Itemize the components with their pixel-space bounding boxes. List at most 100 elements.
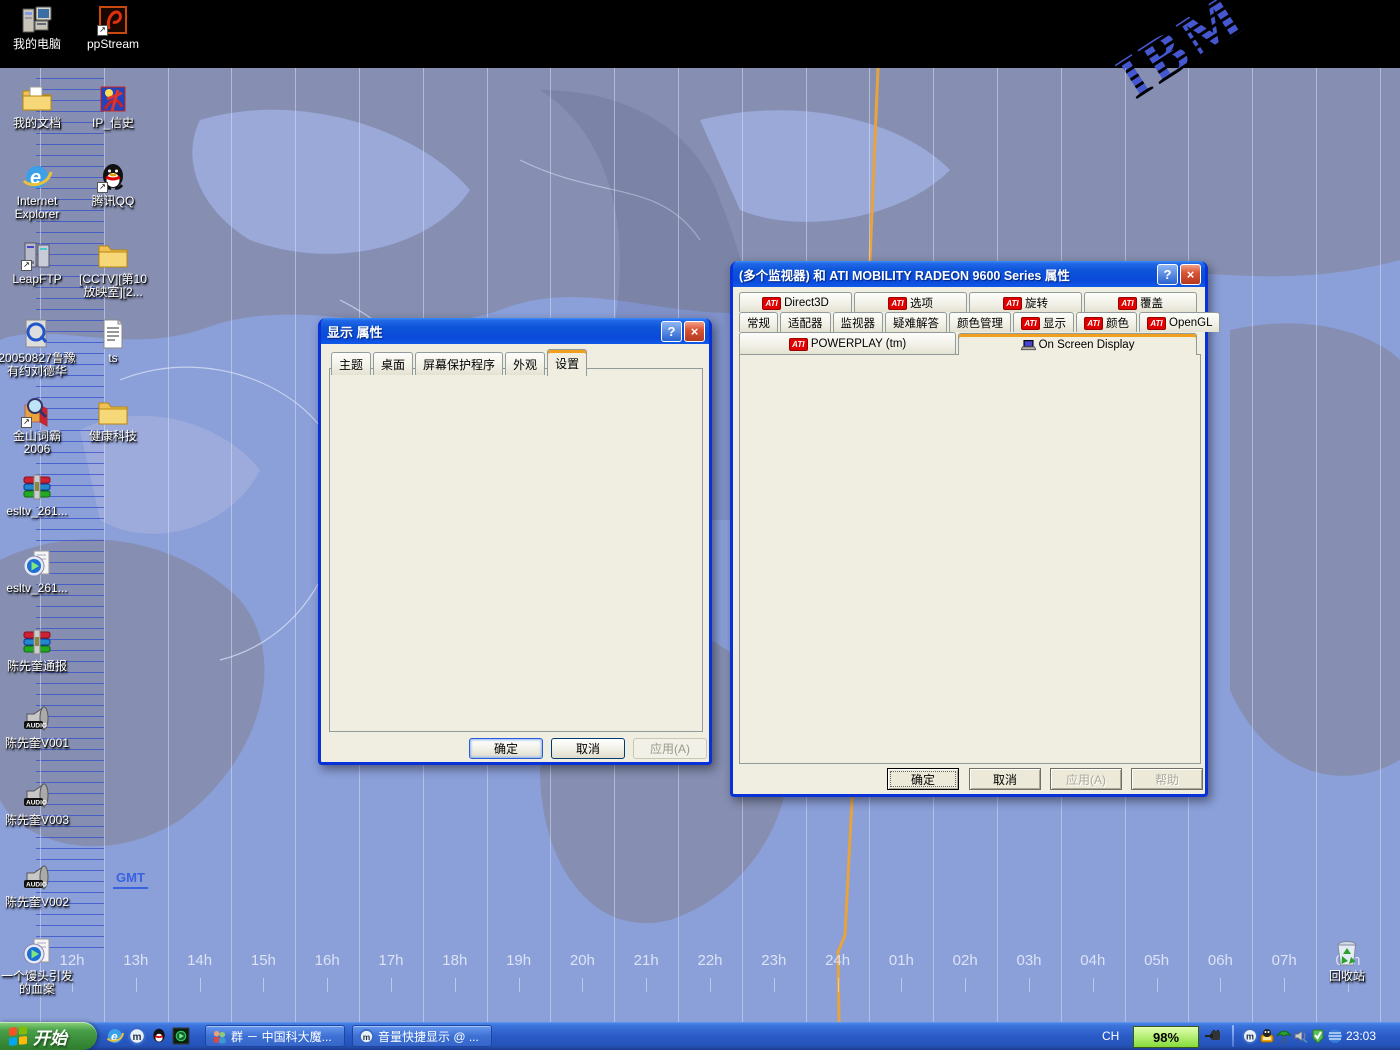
tab-设置[interactable]: 设置 [547,349,587,376]
ok-button[interactable]: 确定 [469,738,543,759]
shortcut-arrow-icon: ↗ [21,417,32,428]
desktop-icon-computer[interactable]: 我的电脑 [0,4,80,51]
ok-button[interactable]: 确定 [887,768,959,790]
maxthon-icon[interactable]: m [128,1027,146,1045]
svg-text:m: m [1246,1032,1254,1042]
tab-桌面[interactable]: 桌面 [373,352,413,375]
tab-外观[interactable]: 外观 [505,352,545,375]
timezone-label: 01h [881,952,921,969]
tab-direct3d[interactable]: ATIDirect3D [739,292,852,312]
cancel-button[interactable]: 取消 [969,768,1041,790]
tab-适配器[interactable]: 适配器 [780,312,831,332]
timezone-tick [200,978,201,992]
timezone-label: 05h [1137,952,1177,969]
desktop-icon-audio[interactable]: AUDIO陈先奎V002 [0,862,80,909]
desktop-icon-rar[interactable]: esltv_261... [0,471,80,518]
timezone-tick [582,978,583,992]
textfile-icon [97,318,129,350]
media-player-icon[interactable] [172,1027,190,1045]
ati-logo-icon: ATI [1003,297,1022,310]
apply-button: 应用(A) [633,738,707,759]
desktop-icon-folder[interactable]: 健康科技 [70,396,156,443]
ati-titlebar[interactable]: (多个监视器) 和 ATI MOBILITY RADEON 9600 Serie… [733,261,1205,287]
language-indicator[interactable]: CH [1102,1029,1119,1043]
desktop-icon-dict[interactable]: ↗金山词霸 2006 [0,396,80,456]
desktop-icon-audio[interactable]: AUDIO陈先奎V001 [0,703,80,750]
timezone-label: 02h [945,952,985,969]
desktop-icon-media[interactable]: 一个馒头引发 的血案 [0,936,80,996]
ati-tab-strip: ATIDirect3DATI选项ATI旋转ATI覆盖常规适配器监视器疑难解答颜色… [739,292,1199,354]
tab-常规[interactable]: 常规 [739,312,778,332]
osd-tab-page [739,354,1201,764]
laptop-icon [1021,340,1036,351]
desktop-icon-ppstream[interactable]: ↗ppStream [70,4,156,51]
taskbar-button[interactable]: 群 － 中国科大魔... [205,1025,345,1047]
desktop-icon-recycle[interactable]: 回收站 [1304,936,1390,983]
desktop-icon-rar[interactable]: 陈先奎通报 [0,626,80,673]
desktop-icon-mydocs[interactable]: 我的文档 [0,83,80,130]
tab-颜色[interactable]: ATI颜色 [1076,312,1137,332]
svg-text:m: m [133,1032,142,1043]
tab-疑难解答[interactable]: 疑难解答 [885,312,947,332]
tab-opengl[interactable]: ATIOpenGL [1139,312,1220,332]
taskbar-button[interactable]: m音量快捷显示 @ ... [352,1025,492,1047]
desktop-icon-leapftp[interactable]: ↗LeapFTP [0,239,80,286]
cancel-button[interactable]: 取消 [551,738,625,759]
tab-监视器[interactable]: 监视器 [833,312,884,332]
qq-icon: ↗ [97,161,129,193]
desktop-icon-folder[interactable]: [CCTV][第10 放映室][2... [70,239,156,299]
desktop-icon-label: 我的电脑 [0,38,80,51]
apply-button: 应用(A) [1050,768,1122,790]
tab-label: OpenGL [1169,317,1212,329]
ie-icon[interactable]: e [106,1027,124,1045]
help-button[interactable]: ? [661,321,682,342]
desktop-icon-label: esltv_261... [0,582,80,595]
tab-显示[interactable]: ATI显示 [1013,312,1074,332]
desktop: IBM 12h13h14h15h16h17h18h19h20h21h22h23h… [0,0,1400,1050]
taskbar: 开始 em 群 － 中国科大魔...m音量快捷显示 @ ... CH 98% m… [0,1022,1400,1050]
timezone-tick [1093,978,1094,992]
close-button[interactable]: × [1180,264,1201,285]
desktop-icon-textfile[interactable]: ts [70,318,156,365]
tab-label: 覆盖 [1140,295,1163,311]
timezone-label: 21h [626,952,666,969]
desktop-icon-quicktime[interactable]: 20050827鲁豫 有约刘德华 [0,318,80,378]
close-button[interactable]: × [684,321,705,342]
mydocs-icon [21,83,53,115]
timezone-line [168,68,169,1022]
tab-颜色管理[interactable]: 颜色管理 [949,312,1011,332]
desktop-icon-label: LeapFTP [0,273,80,286]
globe-icon[interactable] [1327,1028,1343,1044]
desktop-icon-label: 陈先奎V001 [0,737,80,750]
desktop-icon-label: Internet Explorer [0,195,80,221]
desktop-icon-ie[interactable]: eInternet Explorer [0,161,80,221]
desktop-icon-audio[interactable]: AUDIO陈先奎V003 [0,780,80,827]
volume-icon[interactable] [1293,1028,1309,1044]
timezone-line [1316,68,1317,1022]
taskbar-button-label: 群 － 中国科大魔... [231,1028,332,1045]
battery-indicator[interactable]: 98% [1133,1026,1199,1048]
maxthon-icon[interactable]: m [1242,1028,1258,1044]
tab-主题[interactable]: 主题 [331,352,371,375]
tab-powerplay-(tm)[interactable]: ATIPOWERPLAY (tm) [739,332,956,354]
desktop-icon-qq[interactable]: ↗腾讯QQ [70,161,156,208]
tab-屏幕保护程序[interactable]: 屏幕保护程序 [415,352,503,375]
desktop-icon-media[interactable]: esltv_261... [0,548,80,595]
media-icon [21,548,53,580]
qq-icon[interactable] [150,1027,168,1045]
tab-覆盖[interactable]: ATI覆盖 [1084,292,1197,312]
tab-旋转[interactable]: ATI旋转 [969,292,1082,312]
qq-tray-icon[interactable] [1259,1028,1275,1044]
help-button[interactable]: ? [1157,264,1178,285]
ati-logo-icon: ATI [888,297,907,310]
shield-icon[interactable] [1310,1028,1326,1044]
desktop-icon-iphistory[interactable]: IP_信史 [70,83,156,130]
umbrella-icon[interactable] [1276,1028,1292,1044]
tab-label: 常规 [747,315,770,331]
display-properties-titlebar[interactable]: 显示 属性 ? × [321,318,709,344]
start-button[interactable]: 开始 [0,1022,97,1050]
tab-选项[interactable]: ATI选项 [854,292,967,312]
desktop-icon-label: ppStream [70,38,156,51]
clock[interactable]: 23:03 [1346,1029,1376,1043]
tab-on-screen-display[interactable]: On Screen Display [958,333,1197,355]
